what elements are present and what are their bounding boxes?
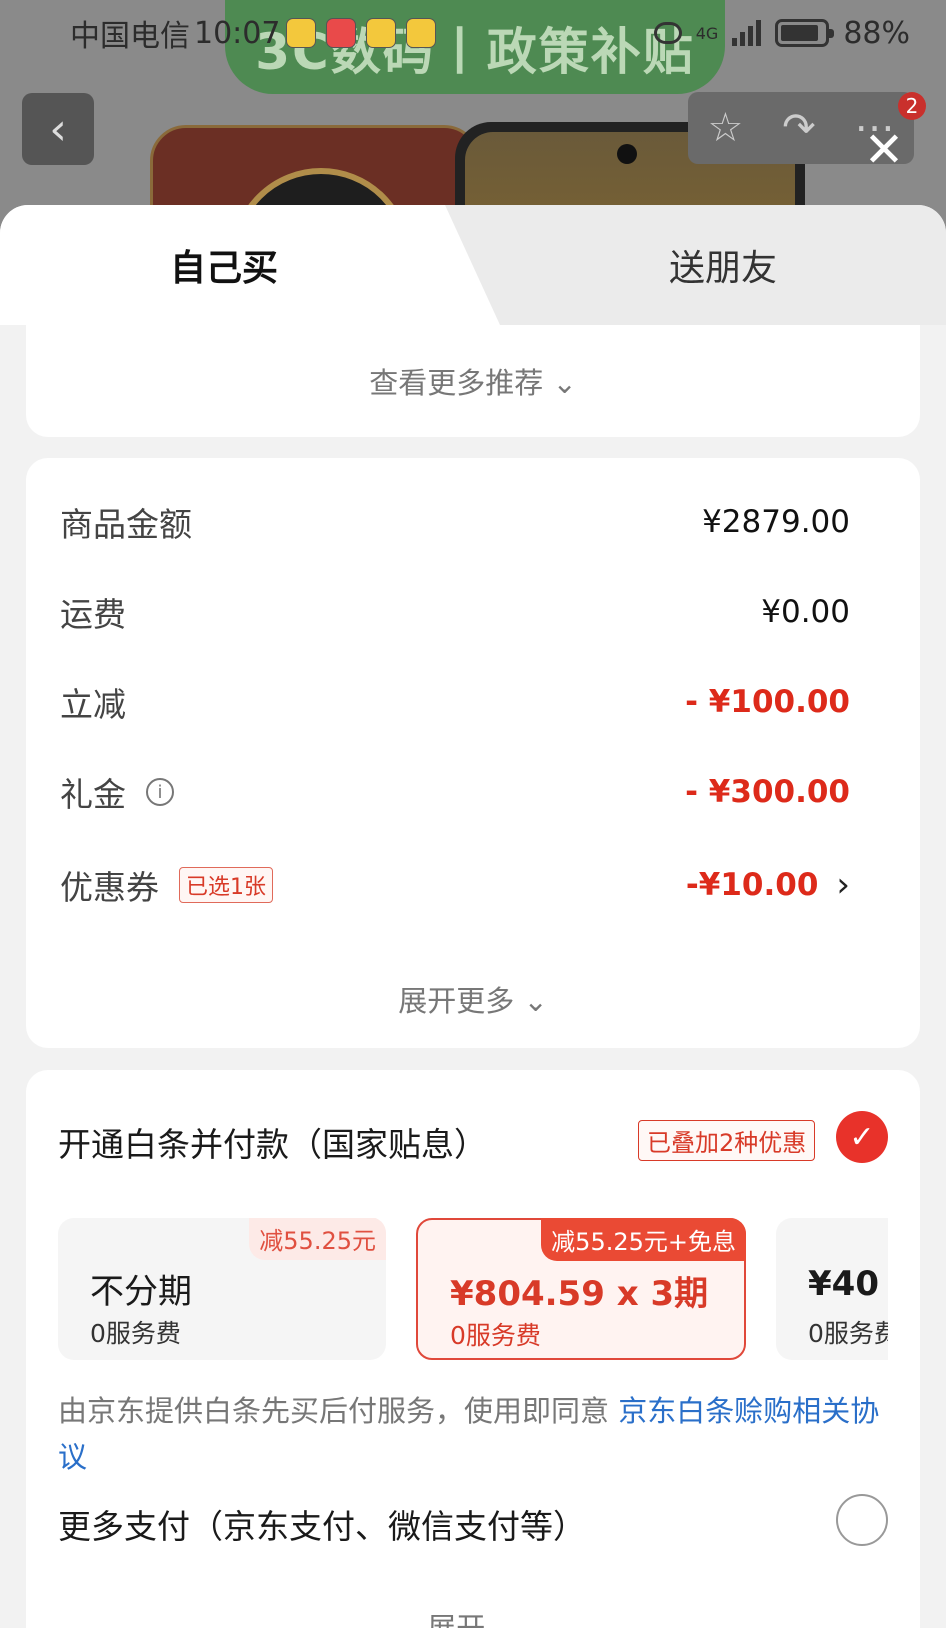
baitiao-heading: 开通白条并付款（国家贴息） [58,1125,487,1164]
network-type: 4G [695,23,719,43]
shop-app-icon [326,18,357,48]
row-shipping: 运费 ¥0.00 [60,588,850,636]
plan-title: ¥40 [808,1264,879,1304]
row-value: ¥2879.00 [702,504,850,540]
plan-title: ¥804.59 x 3期 [450,1274,709,1314]
plan-fee: 0服务费 [450,1321,541,1350]
chevron-left-icon: ‹ [49,103,67,155]
status-app-icons [286,18,437,48]
signal-icon [732,20,762,46]
plan-discount-tag: 减55.25元 [249,1218,386,1260]
row-value: -¥10.00 [685,867,819,903]
agreement-prefix: 由京东提供白条先买后付服务，使用即同意 [58,1394,619,1428]
price-breakdown-card: 商品金额 ¥2879.00 运费 ¥0.00 立减 - ¥100.00 礼金 i… [26,458,920,1048]
expand-payment-link[interactable]: 展开 ⌄ [26,1605,920,1628]
status-time: 10:07 [194,15,281,51]
plan-more-installments[interactable]: ¥40 0服务费 [776,1218,888,1360]
status-bar: 中国电信 10:07 4G 88% [0,0,946,66]
row-label: 礼金 i [60,768,174,816]
info-icon[interactable]: i [146,778,174,806]
row-value: - ¥100.00 [685,684,850,720]
eye-icon [653,22,682,44]
back-button[interactable]: ‹ [22,93,94,165]
battery-icon [775,19,835,47]
checkout-sheet: 自己买 送朋友 查看更多推荐 ⌄ 商品金额 ¥2879.00 运费 ¥0.00 … [0,205,946,1628]
row-item-amount: 商品金额 ¥2879.00 [60,498,850,546]
row-instant-discount: 立减 - ¥100.00 [60,678,850,726]
row-label: 优惠券 已选1张 [60,861,273,909]
row-label: 运费 [60,595,126,634]
carrier-name: 中国电信 [70,19,190,54]
plan-discount-tag: 减55.25元+免息 [541,1218,746,1261]
plan-fee: 0服务费 [808,1319,888,1348]
row-label-text: 礼金 [60,775,126,814]
tab-self-buy[interactable]: 自己买 [0,205,500,325]
row-coupon[interactable]: 优惠券 已选1张 -¥10.00 › [60,861,850,909]
tab-bar: 自己买 送朋友 [0,205,946,325]
more-recommend-link[interactable]: 查看更多推荐 ⌄ [0,325,946,437]
stacked-discount-badge: 已叠加2种优惠 [638,1120,816,1161]
row-value: - ¥300.00 [685,774,850,810]
notification-badge: 2 [898,92,926,120]
more-payment-radio[interactable] [836,1494,888,1546]
plan-no-installment[interactable]: 减55.25元 不分期 0服务费 [58,1218,386,1360]
payment-card: 开通白条并付款（国家贴息） 已叠加2种优惠 ✓ 减55.25元 不分期 0服务费… [26,1070,920,1628]
expand-more-link[interactable]: 展开更多 ⌄ [26,978,920,1020]
agreement-text: 由京东提供白条先买后付服务，使用即同意 京东白条赊购相关协议 [58,1388,888,1480]
tab-send-friend[interactable]: 送朋友 [500,205,946,325]
weibo-icon [286,18,317,48]
row-label: 立减 [60,685,126,724]
background-product-page: 3C数码丨政策补贴 中国电信 10:07 4G 88% ‹ ☆ ↷ ⋯ 2 ✕ [0,0,946,240]
row-gift-money: 礼金 i - ¥300.00 [60,768,850,816]
plan-fee: 0服务费 [90,1319,181,1348]
coupon-selected-badge: 已选1张 [179,867,273,903]
close-icon[interactable]: ✕ [862,126,906,174]
share-icon[interactable]: ↷ [782,105,816,151]
installment-plans: 减55.25元 不分期 0服务费 减55.25元+免息 ¥804.59 x 3期… [58,1218,888,1368]
row-value: ¥0.00 [761,594,850,630]
more-payment-option[interactable]: 更多支付（京东支付、微信支付等） [58,1500,586,1548]
app-icon [366,18,397,48]
check-icon[interactable]: ✓ [836,1111,888,1163]
battery-percent: 88% [843,15,910,51]
weibo-icon [406,18,437,48]
chevron-right-icon: › [836,865,850,905]
row-label: 商品金额 [60,505,192,544]
plan-3-installments[interactable]: 减55.25元+免息 ¥804.59 x 3期 0服务费 [416,1218,746,1360]
star-icon[interactable]: ☆ [707,105,743,151]
row-label-text: 优惠券 [60,868,159,907]
plan-title: 不分期 [90,1272,192,1312]
